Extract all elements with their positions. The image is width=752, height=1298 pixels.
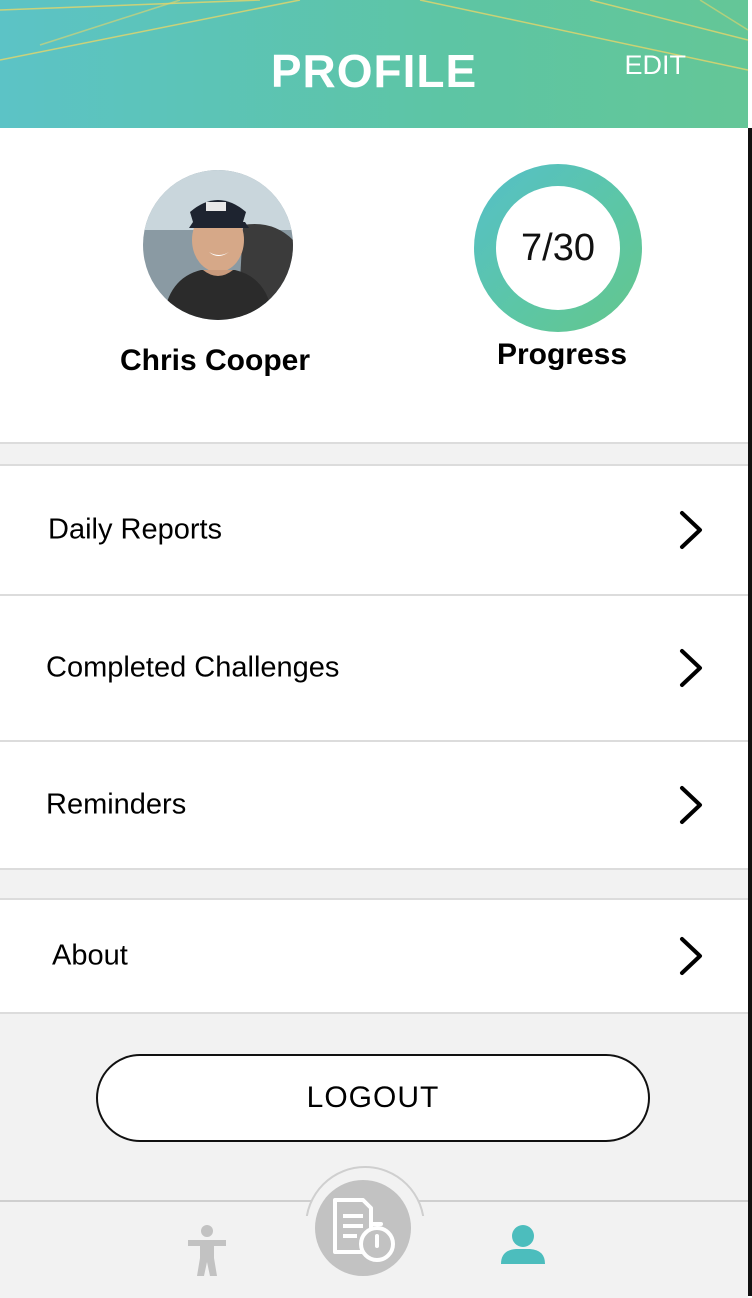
menu-item-reminders[interactable]: Reminders [0, 742, 748, 870]
menu-item-label: Completed Challenges [46, 651, 340, 684]
menu-item-label: Daily Reports [48, 513, 223, 546]
avatar-photo [143, 170, 293, 320]
menu-item-label: About [52, 939, 128, 972]
tab-profile[interactable] [498, 1224, 548, 1266]
progress-ring: 7/30 [474, 164, 642, 332]
user-profile-icon [501, 1225, 545, 1264]
avatar[interactable] [143, 170, 293, 320]
chevron-right-icon [680, 511, 702, 549]
section-divider [0, 442, 748, 466]
progress-value: 7/30 [496, 186, 620, 310]
report-timer-icon [333, 1198, 395, 1262]
tab-exercises[interactable] [184, 1224, 230, 1278]
edit-button[interactable]: EDIT [624, 50, 686, 81]
profile-summary: Chris Cooper 7/30 Progress [0, 128, 748, 442]
tab-reports-timer[interactable] [315, 1180, 411, 1276]
chevron-right-icon [680, 649, 702, 687]
chevron-right-icon [680, 937, 702, 975]
section-divider [0, 868, 748, 900]
progress-label: Progress [496, 338, 628, 371]
menu-item-label: Reminders [46, 788, 187, 821]
menu-item-about[interactable]: About [0, 900, 748, 1014]
header-bar: PROFILE EDIT [0, 0, 748, 128]
person-stretch-icon [188, 1225, 226, 1276]
screen-edge [748, 128, 752, 1296]
menu-item-daily-reports[interactable]: Daily Reports [0, 466, 748, 596]
chevron-right-icon [680, 786, 702, 824]
menu-item-completed-challenges[interactable]: Completed Challenges [0, 596, 748, 742]
logout-button[interactable]: LOGOUT [96, 1054, 650, 1142]
user-name: Chris Cooper [119, 344, 311, 377]
